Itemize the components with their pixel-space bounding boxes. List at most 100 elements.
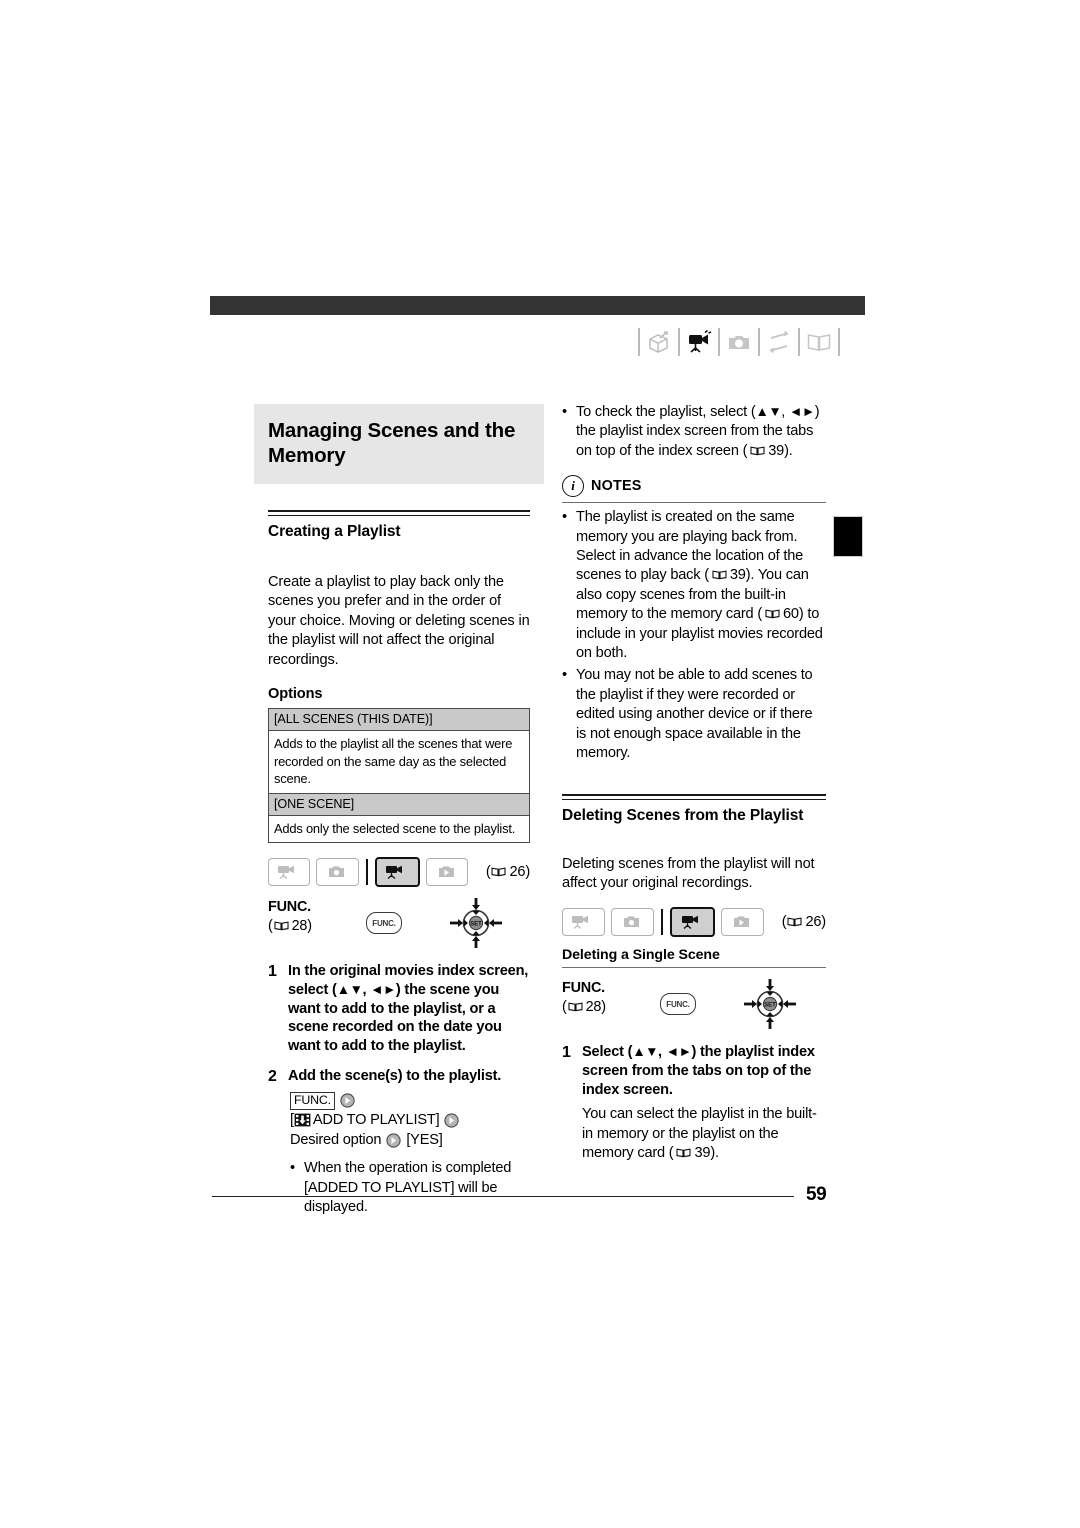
notes-rule [562,502,826,504]
photo-record-mode-icon [316,858,359,887]
bullet-dot: • [562,667,567,684]
option-description: Adds only the selected scene to the play… [269,815,529,843]
step-number: 1 [268,963,277,981]
step-number: 1 [562,1044,571,1062]
page-title: Managing Scenes and the Memory [254,404,544,484]
func-button-icon: FUNC. [660,993,696,1016]
top-bullet-list: • To check the playlist, select (▲▼, ◄►)… [562,403,826,461]
movie-record-mode-icon [562,908,605,937]
note-text: The playlist is created on the same memo… [576,509,823,662]
icon-divider [638,328,640,356]
option-name: [ALL SCENES (THIS DATE)] [269,709,529,732]
right-column: • To check the playlist, select (▲▼, ◄►)… [562,400,826,1164]
operating-mode-strip: (26) [562,907,826,938]
step-1: 1 In the original movies index screen, s… [268,962,530,1055]
list-item: • The playlist is created on the same me… [562,508,826,663]
operating-mode-strip: (26) [268,857,530,888]
step-body: Select (▲▼, ◄►) the playlist index scree… [582,1043,826,1163]
menu-item-label: ADD TO PLAYLIST] [312,1111,440,1128]
book-reference-icon [676,1148,692,1158]
step-text: Select (▲▼, ◄►) the playlist index scree… [582,1044,815,1098]
bullet-dot: • [562,509,567,526]
step-text: Add the scene(s) to the playlist. [288,1067,502,1084]
photo-playback-mode-icon [425,858,468,887]
movie-playback-mode-icon [670,907,715,938]
bullet-dot: • [290,1160,295,1177]
photo-record-mode-icon [610,908,654,937]
manual-page: Managing Scenes and the Memory Creating … [0,0,1080,1528]
list-item: • When the operation is completed [ADDED … [290,1159,530,1217]
operation-sequence: FUNC. [ ADD TO PLAYLIST] Desired option … [290,1092,530,1151]
completion-note-text: When the operation is completed [ADDED T… [304,1160,512,1215]
left-column: Managing Scenes and the Memory Creating … [254,404,544,1217]
svg-text:SET: SET [470,922,482,928]
intro-paragraph: Create a playlist to play back only the … [268,574,530,668]
subheading-deleting-single-scene: Deleting a Single Scene [562,947,720,964]
joystick-set-icon: SET [448,897,504,949]
note-text: You may not be able to add scenes to the… [576,667,813,762]
options-table: [ALL SCENES (THIS DATE)] Adds to the pla… [268,708,530,844]
left-right-arrows: ◄► [789,404,815,419]
step-sub-text: You can select the playlist in the built… [582,1106,817,1162]
section-heading-creating-playlist: Creating a Playlist [268,523,401,540]
open-book-icon [804,327,834,357]
heading-rule [268,510,530,516]
joystick-set-icon: SET [742,978,798,1030]
up-down-arrows: ▲▼ [755,404,782,419]
add-to-playlist-icon [294,1113,311,1127]
deleting-intro-paragraph: Deleting scenes from the playlist will n… [562,855,815,891]
step-text: In the original movies index screen, sel… [288,963,529,1054]
icon-divider [758,328,760,356]
camcorder-icon [684,327,714,357]
movie-record-mode-icon [268,858,311,887]
svg-text:SET: SET [764,1003,776,1009]
step-2: 2 Add the scene(s) to the playlist. [268,1067,530,1087]
book-reference-icon [750,446,765,456]
subheading-rule [562,967,826,969]
func-operation-block: FUNC. (28) FUNC. SET [268,897,530,951]
info-icon: i [562,475,584,498]
up-down-arrows: ▲▼ [336,981,363,997]
next-step-arrow-icon [444,1112,460,1128]
photo-playback-mode-icon [721,908,764,937]
notes-list: • The playlist is created on the same me… [562,508,826,763]
chapter-icon-strip [634,324,844,360]
mode-page-reference: (26) [485,864,530,881]
step-1: 1 Select (▲▼, ◄►) the playlist index scr… [562,1043,826,1163]
list-item: • You may not be able to add scenes to t… [562,666,826,763]
book-reference-icon [765,609,780,619]
icon-divider [798,328,800,356]
header-band [210,296,865,315]
edge-chapter-tab [833,516,863,557]
next-step-arrow-icon [386,1133,401,1148]
transfer-arrows-icon [764,327,794,357]
mode-divider [660,909,664,936]
introduction-box-icon [644,327,674,357]
left-right-arrows: ◄► [370,981,396,997]
icon-divider [718,328,720,356]
heading-rule [562,793,826,800]
movie-playback-mode-icon [375,857,420,888]
mode-divider [365,859,369,886]
completion-note-list: • When the operation is completed [ADDED … [290,1159,530,1217]
confirm-label: [YES] [406,1132,443,1149]
notes-label: NOTES [591,478,642,495]
check-playlist-text: To check the playlist, select (▲▼, ◄►) t… [576,404,820,459]
book-reference-icon [712,570,727,580]
icon-divider [838,328,840,356]
photo-camera-icon [724,327,754,357]
notes-header: i NOTES [562,475,826,498]
func-button-icon: FUNC. [366,912,402,935]
page-number: 59 [806,1184,827,1205]
list-item: • To check the playlist, select (▲▼, ◄►)… [562,403,826,461]
desired-option-label: Desired option [290,1132,382,1149]
up-down-arrows: ▲▼ [632,1044,659,1060]
bullet-dot: • [562,404,567,420]
next-step-arrow-icon [340,1093,355,1109]
mode-page-reference: (26) [781,914,826,931]
func-menu-box: FUNC. [290,1092,335,1110]
left-right-arrows: ◄► [665,1044,692,1060]
func-operation-block: FUNC. (28) FUNC. SET [562,978,826,1032]
options-label: Options [268,686,323,703]
option-description: Adds to the playlist all the scenes that… [269,731,529,794]
